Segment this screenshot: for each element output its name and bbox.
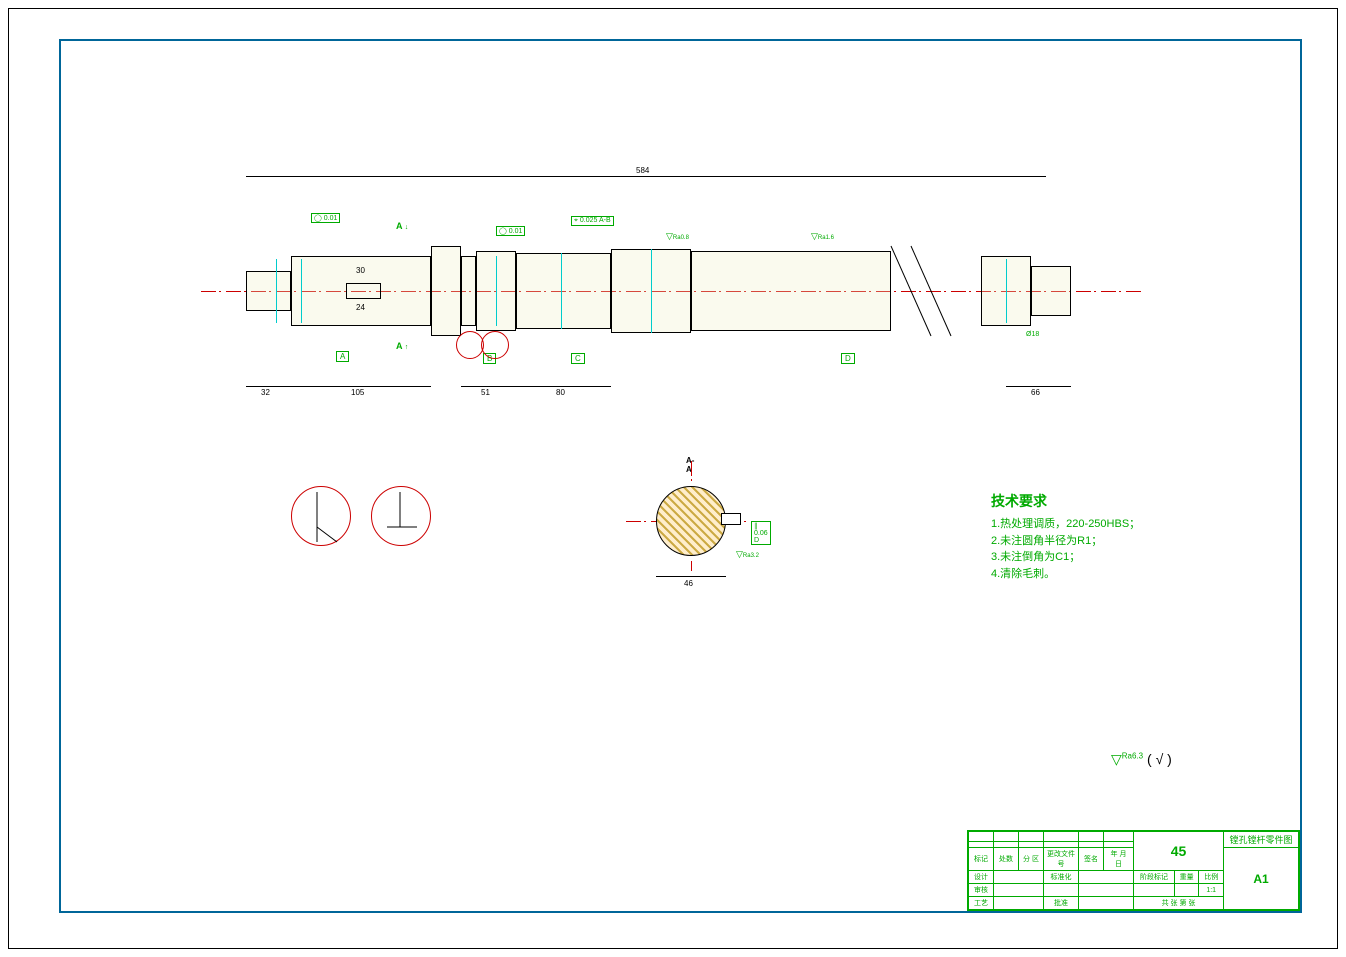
keyway-section <box>721 513 741 525</box>
section-dim <box>656 576 726 577</box>
break-line-1 <box>881 241 981 341</box>
shaft-seg-3-flange <box>431 246 461 336</box>
material-cell: 45 <box>1134 832 1224 871</box>
cyan-6 <box>1006 259 1007 323</box>
dim-seg3-text: 51 <box>481 388 490 397</box>
dim-seg5-text: 66 <box>1031 388 1040 397</box>
dim-seg2-text: 105 <box>351 388 364 397</box>
cyan-1 <box>276 259 277 323</box>
shaft-seg-3b <box>461 256 476 326</box>
datum-d: D <box>841 353 855 364</box>
cyan-5 <box>651 249 652 333</box>
tech-requirements: 技术要求 1.热处理调质，220-250HBS； 2.未注圆角半径为R1； 3.… <box>991 491 1140 582</box>
dim-seg1-text: 32 <box>261 388 270 397</box>
cyan-2 <box>301 259 302 323</box>
dim-seg2 <box>291 386 431 387</box>
tol-3: ◯ 0.01 <box>496 226 525 236</box>
tech-req-title: 技术要求 <box>991 491 1140 512</box>
dim-total-text: 584 <box>636 166 649 175</box>
keyway-len: 30 <box>356 266 365 275</box>
drawing-canvas: 584 <box>61 41 1300 911</box>
datum-a: A <box>336 351 349 362</box>
section-sf: ▽Ra3.2 <box>736 549 759 560</box>
shaft-seg-1 <box>246 271 291 311</box>
section-a-top: A ↓ <box>396 221 408 231</box>
tech-req-4: 4.清除毛刺。 <box>991 566 1140 583</box>
keyway-width: 24 <box>356 303 365 312</box>
detail-circle-2-marker <box>481 331 509 359</box>
sf-2: ▽Ra1.6 <box>811 231 834 242</box>
section-tol: ∥ 0.06 D <box>751 521 771 545</box>
tech-req-2: 2.未注圆角半径为R1； <box>991 533 1140 550</box>
datum-c: C <box>571 353 585 364</box>
detail-view-1 <box>291 486 351 546</box>
shaft-seg-7 <box>691 251 891 331</box>
keyway <box>346 283 381 299</box>
detail-view-2 <box>371 486 431 546</box>
dim-seg1 <box>246 386 291 387</box>
tech-req-3: 3.未注倒角为C1； <box>991 549 1140 566</box>
phi18-text: Ø18 <box>1026 331 1039 338</box>
section-a-bottom: A ↑ <box>396 341 408 351</box>
cyan-3 <box>496 256 497 326</box>
drawing-name-cell: 镗孔镗杆零件图 <box>1224 832 1299 848</box>
dim-seg5 <box>1006 386 1071 387</box>
shaft-seg-9 <box>1031 266 1071 316</box>
surface-general: ▽Ra6.3 ( √ ) <box>1111 751 1172 768</box>
cyan-4 <box>561 253 562 329</box>
title-block: 45 镗孔镗杆零件图 标记处数分 区 更改文件号签名年 月 日 A1 设计 标准… <box>967 830 1300 911</box>
detail-circle-1-marker <box>456 331 484 359</box>
shaft-seg-5 <box>516 253 611 329</box>
tol-2: ⌖ 0.025 A-B <box>571 216 614 226</box>
sheet-size-cell: A1 <box>1224 848 1299 910</box>
section-dim-text: 46 <box>684 579 693 588</box>
dim-seg4 <box>516 386 611 387</box>
dim-seg4-text: 80 <box>556 388 565 397</box>
dim-total <box>246 176 1046 177</box>
tech-req-1: 1.热处理调质，220-250HBS； <box>991 516 1140 533</box>
section-circle <box>656 486 726 556</box>
tol-1: ◯ 0.01 <box>311 213 340 223</box>
sf-1: ▽Ra0.8 <box>666 231 689 242</box>
dim-seg3 <box>461 386 516 387</box>
